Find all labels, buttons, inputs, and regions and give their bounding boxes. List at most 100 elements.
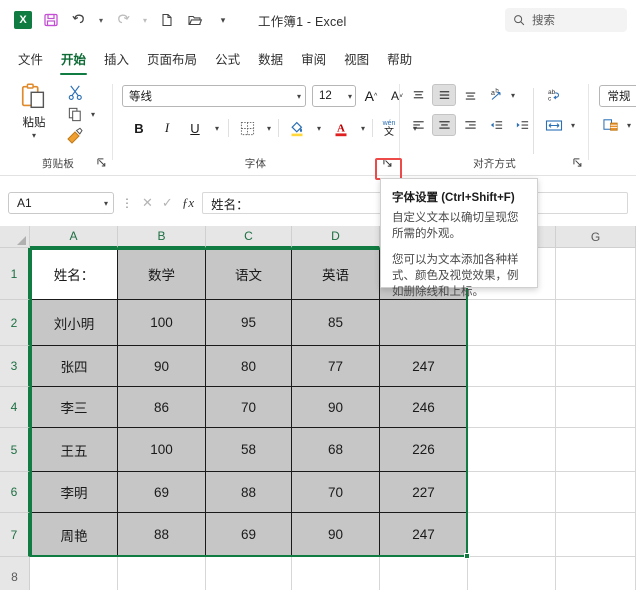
row-header-4[interactable]: 4 bbox=[0, 387, 30, 428]
cell-g6[interactable] bbox=[556, 472, 636, 513]
align-center-icon[interactable] bbox=[432, 114, 456, 136]
align-right-icon[interactable] bbox=[458, 114, 482, 136]
fill-handle[interactable] bbox=[464, 553, 470, 559]
new-file-icon[interactable] bbox=[154, 7, 180, 33]
cell-c3[interactable]: 80 bbox=[206, 346, 292, 387]
font-color-dropdown-icon[interactable]: ▾ bbox=[352, 116, 374, 140]
cell-a7[interactable]: 周艳 bbox=[30, 513, 118, 557]
row-header-1[interactable]: 1 bbox=[0, 248, 30, 300]
align-top-icon[interactable] bbox=[406, 84, 430, 106]
grow-font-icon[interactable]: A ^ bbox=[360, 85, 382, 107]
copy-dropdown-icon[interactable]: ▾ bbox=[87, 104, 99, 124]
row-header-3[interactable]: 3 bbox=[0, 346, 30, 387]
column-header-a[interactable]: A bbox=[30, 226, 118, 248]
font-name-combobox[interactable]: 等线 ▾ bbox=[122, 85, 306, 107]
cell-g5[interactable] bbox=[556, 428, 636, 472]
fill-color-icon[interactable] bbox=[286, 116, 308, 140]
tab-home[interactable]: 开始 bbox=[53, 46, 94, 75]
cell-b5[interactable]: 100 bbox=[118, 428, 206, 472]
tab-page-layout[interactable]: 页面布局 bbox=[139, 46, 205, 72]
cell-c6[interactable]: 88 bbox=[206, 472, 292, 513]
cell-b6[interactable]: 69 bbox=[118, 472, 206, 513]
align-middle-icon[interactable] bbox=[432, 84, 456, 106]
row-header-7[interactable]: 7 bbox=[0, 513, 30, 557]
tab-review[interactable]: 审阅 bbox=[293, 46, 334, 72]
tab-file[interactable]: 文件 bbox=[10, 46, 51, 72]
cell-a4[interactable]: 李三 bbox=[30, 387, 118, 428]
cell-e8[interactable] bbox=[380, 557, 468, 590]
column-header-d[interactable]: D bbox=[292, 226, 380, 248]
align-left-icon[interactable] bbox=[406, 114, 430, 136]
font-color-icon[interactable]: A bbox=[330, 116, 352, 140]
clipboard-dialog-launcher[interactable] bbox=[95, 157, 109, 170]
format-painter-icon[interactable] bbox=[62, 126, 88, 146]
cell-f2[interactable] bbox=[468, 300, 556, 346]
cell-g1[interactable] bbox=[556, 248, 636, 300]
cell-b4[interactable]: 86 bbox=[118, 387, 206, 428]
cell-c1[interactable]: 语文 bbox=[206, 248, 292, 300]
cell-g2[interactable] bbox=[556, 300, 636, 346]
italic-button[interactable]: I bbox=[156, 116, 178, 140]
column-header-g[interactable]: G bbox=[556, 226, 636, 248]
cell-b3[interactable]: 90 bbox=[118, 346, 206, 387]
tab-formulas[interactable]: 公式 bbox=[207, 46, 248, 72]
merge-dropdown-icon[interactable]: ▾ bbox=[566, 114, 580, 136]
cell-b1[interactable]: 数学 bbox=[118, 248, 206, 300]
cell-d2[interactable]: 85 bbox=[292, 300, 380, 346]
tab-help[interactable]: 帮助 bbox=[379, 46, 420, 72]
select-all-corner[interactable] bbox=[0, 226, 30, 248]
cell-d7[interactable]: 90 bbox=[292, 513, 380, 557]
cell-d4[interactable]: 90 bbox=[292, 387, 380, 428]
fill-color-dropdown-icon[interactable]: ▾ bbox=[308, 116, 330, 140]
cell-e7[interactable]: 247 bbox=[380, 513, 468, 557]
row-header-2[interactable]: 2 bbox=[0, 300, 30, 346]
cell-d8[interactable] bbox=[292, 557, 380, 590]
increase-indent-icon[interactable] bbox=[510, 114, 534, 136]
underline-dropdown-icon[interactable]: ▾ bbox=[206, 116, 228, 140]
cell-e2[interactable] bbox=[380, 300, 468, 346]
column-header-b[interactable]: B bbox=[118, 226, 206, 248]
wrap-text-icon[interactable]: ab c bbox=[542, 84, 568, 106]
cell-e3[interactable]: 247 bbox=[380, 346, 468, 387]
font-dialog-launcher[interactable] bbox=[381, 157, 395, 170]
redo-icon[interactable] bbox=[110, 7, 136, 33]
paste-button[interactable]: 粘贴 ▾ bbox=[10, 82, 58, 148]
bold-button[interactable]: B bbox=[128, 116, 150, 140]
tab-data[interactable]: 数据 bbox=[250, 46, 291, 72]
paste-dropdown-icon[interactable]: ▾ bbox=[32, 131, 36, 140]
row-header-6[interactable]: 6 bbox=[0, 472, 30, 513]
save-icon[interactable] bbox=[38, 7, 64, 33]
cell-e5[interactable]: 226 bbox=[380, 428, 468, 472]
cell-g3[interactable] bbox=[556, 346, 636, 387]
cell-f5[interactable] bbox=[468, 428, 556, 472]
cell-e4[interactable]: 246 bbox=[380, 387, 468, 428]
cell-f7[interactable] bbox=[468, 513, 556, 557]
font-size-combobox[interactable]: 12 ▾ bbox=[312, 85, 356, 107]
cell-c5[interactable]: 58 bbox=[206, 428, 292, 472]
insert-function-icon[interactable]: ƒx bbox=[182, 195, 194, 211]
cell-f6[interactable] bbox=[468, 472, 556, 513]
cell-d5[interactable]: 68 bbox=[292, 428, 380, 472]
cell-a5[interactable]: 王五 bbox=[30, 428, 118, 472]
cell-f4[interactable] bbox=[468, 387, 556, 428]
cell-d1[interactable]: 英语 bbox=[292, 248, 380, 300]
customize-quick-access-toolbar-icon[interactable]: ▾ bbox=[210, 7, 236, 33]
cell-f3[interactable] bbox=[468, 346, 556, 387]
cell-b8[interactable] bbox=[118, 557, 206, 590]
column-header-c[interactable]: C bbox=[206, 226, 292, 248]
merge-and-center-icon[interactable] bbox=[542, 114, 566, 136]
underline-button[interactable]: U bbox=[184, 116, 206, 140]
borders-icon[interactable] bbox=[236, 116, 258, 140]
tab-view[interactable]: 视图 bbox=[336, 46, 377, 72]
search-box[interactable]: 搜索 bbox=[505, 8, 627, 32]
cell-g8[interactable] bbox=[556, 557, 636, 590]
cut-icon[interactable] bbox=[62, 82, 88, 102]
cell-c8[interactable] bbox=[206, 557, 292, 590]
cell-c7[interactable]: 69 bbox=[206, 513, 292, 557]
accounting-format-icon[interactable] bbox=[599, 114, 623, 136]
borders-dropdown-icon[interactable]: ▾ bbox=[258, 116, 280, 140]
tab-insert[interactable]: 插入 bbox=[96, 46, 137, 72]
cell-c2[interactable]: 95 bbox=[206, 300, 292, 346]
cell-g4[interactable] bbox=[556, 387, 636, 428]
cell-a3[interactable]: 张四 bbox=[30, 346, 118, 387]
